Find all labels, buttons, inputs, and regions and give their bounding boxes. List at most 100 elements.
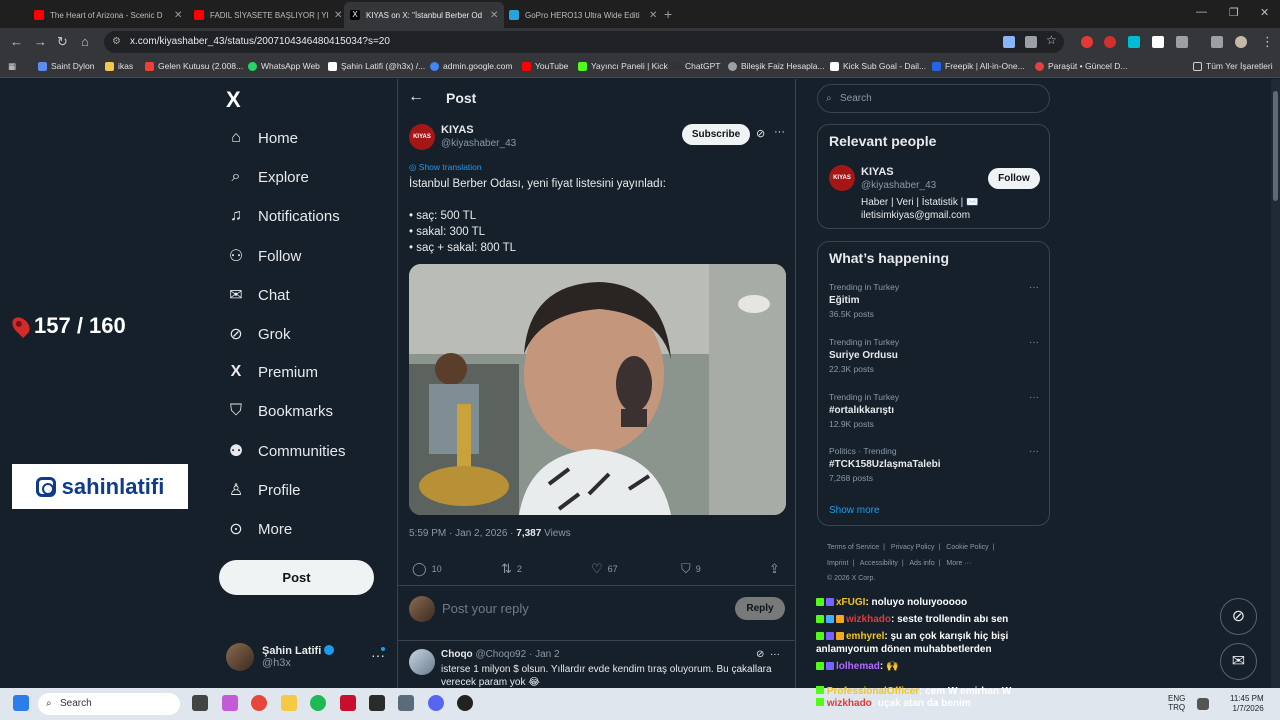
all-bookmarks[interactable]: Tüm Yer İşaretleri [1193,61,1273,71]
extension-icon[interactable] [1152,36,1164,48]
reply-input[interactable]: Post your reply [442,601,529,616]
nav-bookmarks[interactable]: ⛉ Bookmarks [226,402,333,420]
trend-item[interactable]: Politics · Trending #TCK158UzlaşmaTalebi… [829,446,1039,483]
close-tab-icon[interactable]: ✕ [174,10,182,21]
bookmark-item[interactable]: Kick Sub Goal - Dail... [830,61,926,71]
author-name[interactable]: KIYAS [441,124,474,136]
nav-home[interactable]: ⌂ Home [226,129,298,147]
new-tab-button[interactable]: + [664,6,672,22]
bookmark-item[interactable]: Yayıncı Paneli | Kick [578,61,668,71]
minimize-icon[interactable]: — [1196,6,1207,18]
grok-icon[interactable]: ⊘ [756,127,765,140]
extension-icon[interactable] [1128,36,1140,48]
nav-communities[interactable]: ⚉ Communities [226,441,346,461]
browser-tab[interactable]: FADIL SİYASETE BAŞLIYOR | YE ✕ [188,4,348,26]
browser-menu-icon[interactable]: ⋮ [1261,34,1274,50]
trend-item[interactable]: Trending in Turkey Suriye Ordusu 22.3K p… [829,337,1039,374]
bookmark-item[interactable]: Freepik | All-in-One... [932,61,1025,71]
bookmark-item[interactable]: Paraşüt • Güncel D... [1035,61,1128,71]
share-action[interactable]: ⇪ [769,561,785,577]
copilot-icon[interactable] [222,695,238,711]
reload-icon[interactable]: ↻ [57,34,68,50]
follow-button[interactable]: Follow [988,168,1040,189]
trend-item[interactable]: Trending in Turkey Eğitim 36.5K posts ··… [829,282,1039,319]
author-handle[interactable]: @kiyashaber_43 [441,138,516,149]
person-avatar[interactable]: KIYAS [829,165,855,191]
more-icon[interactable]: ··· [1029,392,1039,403]
obs-icon[interactable] [457,695,473,711]
like-action[interactable]: ♡ 67 [591,561,618,577]
file-explorer-icon[interactable] [281,695,297,711]
messages-fab-button[interactable]: ✉ [1220,643,1257,680]
grok-icon[interactable]: ⊘ [756,649,764,660]
footer-link[interactable]: Ads info [909,560,934,567]
footer-link[interactable]: More ··· [946,560,971,567]
extension-icon[interactable] [1104,36,1116,48]
show-translation-link[interactable]: ◎ Show translation [409,162,482,173]
grok-fab-button[interactable]: ⊘ [1220,598,1257,635]
app-icon[interactable] [340,695,356,711]
discord-icon[interactable] [428,695,444,711]
post-image[interactable] [409,264,786,515]
app-icon[interactable] [398,695,414,711]
subscribe-button[interactable]: Subscribe [682,124,750,145]
reply-action[interactable]: ◯ 10 [412,561,442,577]
apps-grid-icon[interactable]: ▦ [8,61,16,72]
nav-follow[interactable]: ⚇ Follow [226,246,302,266]
language-indicator[interactable]: ENG TRQ [1168,694,1185,712]
profile-avatar[interactable] [1235,36,1247,48]
close-tab-icon[interactable]: ✕ [334,10,342,21]
nav-explore[interactable]: ⌕ Explore [226,168,309,186]
bookmark-item[interactable]: WhatsApp Web [248,61,320,71]
account-switcher[interactable]: Şahin Latifi @h3x [226,643,335,671]
spotify-icon[interactable] [310,695,326,711]
nav-more[interactable]: ⊙ More [226,519,292,539]
post-timestamp[interactable]: 5:59 PM · Jan 2, 2026 · [409,528,516,539]
more-icon[interactable]: ··· [774,126,785,138]
trend-item[interactable]: Trending in Turkey #ortalıkkarıştı 12.9K… [829,392,1039,429]
bookmark-item[interactable]: Saint Dylon [38,61,94,71]
cast-icon[interactable] [1025,36,1037,48]
forward-icon[interactable]: → [34,34,47,49]
windows-start-icon[interactable] [13,695,29,711]
bookmark-item[interactable]: Şahin Latifi (@h3x) /... [328,61,425,71]
footer-link[interactable]: Terms of Service [827,544,879,551]
wifi-icon[interactable] [1197,698,1209,710]
browser-tab[interactable]: The Heart of Arizona - Scenic D ✕ [28,4,188,26]
translate-icon[interactable] [1003,36,1015,48]
close-tab-icon[interactable]: ✕ [490,10,498,21]
more-icon[interactable]: ··· [1029,282,1039,293]
taskbar-search[interactable]: ⌕ Search [38,693,180,715]
back-arrow-icon[interactable]: ← [408,88,424,106]
clock[interactable]: 11:45 PM 1/7/2026 [1230,694,1264,714]
person-name[interactable]: KIYAS [861,166,894,178]
bookmark-item[interactable]: ikas [105,61,133,71]
more-icon[interactable]: ··· [1029,337,1039,348]
extension-icon[interactable] [1081,36,1093,48]
app-icon[interactable] [369,695,385,711]
nav-notifications[interactable]: ♫ Notifications [226,207,340,225]
more-icon[interactable]: ··· [1029,446,1039,457]
browser-tab-active[interactable]: X KIYAS on X: "İstanbul Berber Od ✕ [344,2,505,28]
bookmark-item[interactable]: ChatGPT [672,61,720,71]
site-info-icon[interactable]: ⚙ [112,31,121,53]
close-window-icon[interactable]: ✕ [1260,6,1269,19]
show-more-link[interactable]: Show more [829,505,880,516]
x-logo-icon[interactable]: X [226,87,241,113]
close-tab-icon[interactable]: ✕ [649,10,657,21]
footer-link[interactable]: Accessibility [860,560,898,567]
task-view-icon[interactable] [192,695,208,711]
bookmark-item[interactable]: Bileşik Faiz Hesapla... [728,61,825,71]
bookmark-item[interactable]: YouTube [522,61,568,71]
restore-icon[interactable]: ❐ [1229,6,1239,19]
extensions-puzzle-icon[interactable] [1176,36,1188,48]
home-icon[interactable]: ⌂ [81,34,89,49]
search-input[interactable]: ⌕ Search [817,84,1050,113]
reply-button[interactable]: Reply [735,597,785,620]
commenter-name[interactable]: Choqo [441,649,473,660]
bookmark-item[interactable]: admin.google.com [430,61,512,71]
bookmark-star-icon[interactable]: ☆ [1046,33,1057,47]
footer-link[interactable]: Imprint [827,560,848,567]
footer-link[interactable]: Cookie Policy [946,544,988,551]
reading-list-icon[interactable] [1211,36,1223,48]
